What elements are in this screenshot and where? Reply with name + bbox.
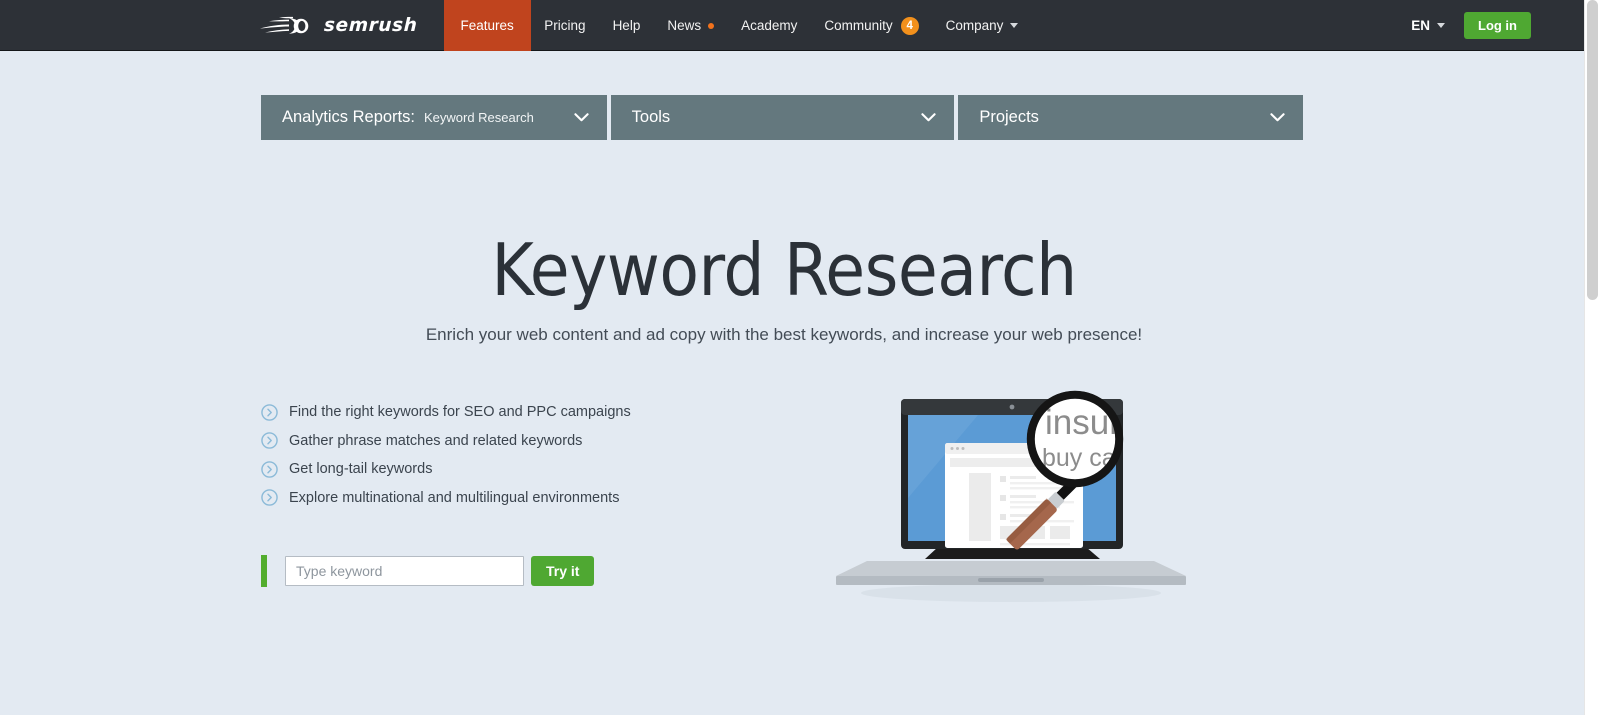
analytics-reports-dropdown[interactable]: Analytics Reports: Keyword Research (261, 95, 607, 140)
news-new-dot-icon (708, 22, 715, 29)
chevron-down-icon (921, 113, 936, 122)
page-scrollbar[interactable] (1584, 0, 1600, 715)
chevron-circle-right-icon (261, 432, 278, 450)
brand-logo[interactable]: semrush (259, 0, 444, 51)
laptop-with-magnifying-glass-illustration: insura buy car onl (828, 390, 1194, 605)
list-item: Gather phrase matches and related keywor… (261, 427, 731, 456)
analytics-reports-label: Analytics Reports: (282, 108, 415, 126)
login-button[interactable]: Log in (1464, 11, 1531, 39)
primary-navigation: Features Pricing Help News Academy Commu… (443, 0, 1032, 51)
chevron-down-icon (1010, 23, 1019, 28)
nav-label-community: Community (824, 18, 893, 33)
nav-item-pricing[interactable]: Pricing (531, 0, 599, 51)
chevron-circle-right-icon (261, 489, 278, 507)
nav-item-features[interactable]: Features (443, 0, 531, 51)
report-navigation-bar: Analytics Reports: Keyword Research Tool… (261, 95, 1303, 140)
chevron-down-icon (1437, 22, 1445, 28)
search-input[interactable] (285, 556, 524, 586)
community-count-badge: 4 (900, 16, 919, 35)
chevron-down-icon (574, 113, 589, 122)
form-accent-bar (261, 555, 267, 587)
language-label: EN (1411, 17, 1430, 33)
chevron-circle-right-icon (261, 460, 278, 478)
nav-label-pricing: Pricing (544, 18, 586, 33)
page-subtitle: Enrich your web content and ad copy with… (425, 325, 1143, 344)
nav-item-company[interactable]: Company (932, 0, 1032, 51)
nav-label-company: Company (945, 18, 1004, 33)
nav-item-help[interactable]: Help (599, 0, 654, 51)
projects-dropdown[interactable]: Projects (958, 95, 1303, 140)
scrollbar-thumb[interactable] (1587, 0, 1598, 300)
nav-label-features: Features (460, 18, 514, 33)
semrush-comet-logo-icon (260, 16, 309, 34)
tools-label: Tools (631, 108, 671, 126)
page-title: Keyword Research (491, 228, 1077, 312)
projects-label: Projects (979, 108, 1039, 126)
laptop-magnifier-graphic: insura buy car onl (836, 390, 1186, 602)
nav-label-help: Help (612, 18, 641, 33)
chevron-down-icon (1270, 113, 1285, 122)
analytics-reports-value: Keyword Research (423, 110, 534, 125)
language-selector[interactable]: EN (1411, 18, 1445, 33)
page-root: semrush Features Pricing Help News Acade… (0, 0, 1600, 715)
nav-item-community[interactable]: Community 4 (811, 0, 932, 51)
list-item: Explore multinational and multilingual e… (261, 484, 731, 513)
list-item: Get long-tail keywords (261, 455, 731, 484)
feature-label: Get long-tail keywords (289, 461, 433, 478)
brand-name: semrush (323, 15, 418, 36)
try-it-button[interactable]: Try it (531, 556, 595, 586)
chevron-circle-right-icon (261, 403, 278, 421)
nav-item-academy[interactable]: Academy (728, 0, 811, 51)
nav-item-news[interactable]: News (654, 0, 728, 51)
feature-label: Gather phrase matches and related keywor… (289, 432, 583, 449)
feature-label: Find the right keywords for SEO and PPC … (289, 404, 631, 421)
feature-label: Explore multinational and multilingual e… (289, 489, 620, 506)
magnifier-text-line1: insura (1045, 403, 1141, 442)
keyword-search-form: Try it (261, 555, 595, 587)
header-utility-area: EN Log in (1411, 0, 1584, 50)
nav-label-news: News (667, 18, 702, 33)
nav-label-academy: Academy (741, 18, 798, 33)
site-header: semrush Features Pricing Help News Acade… (0, 0, 1584, 51)
tools-dropdown[interactable]: Tools (610, 95, 955, 140)
feature-list: Find the right keywords for SEO and PPC … (261, 398, 731, 512)
list-item: Find the right keywords for SEO and PPC … (261, 398, 731, 427)
